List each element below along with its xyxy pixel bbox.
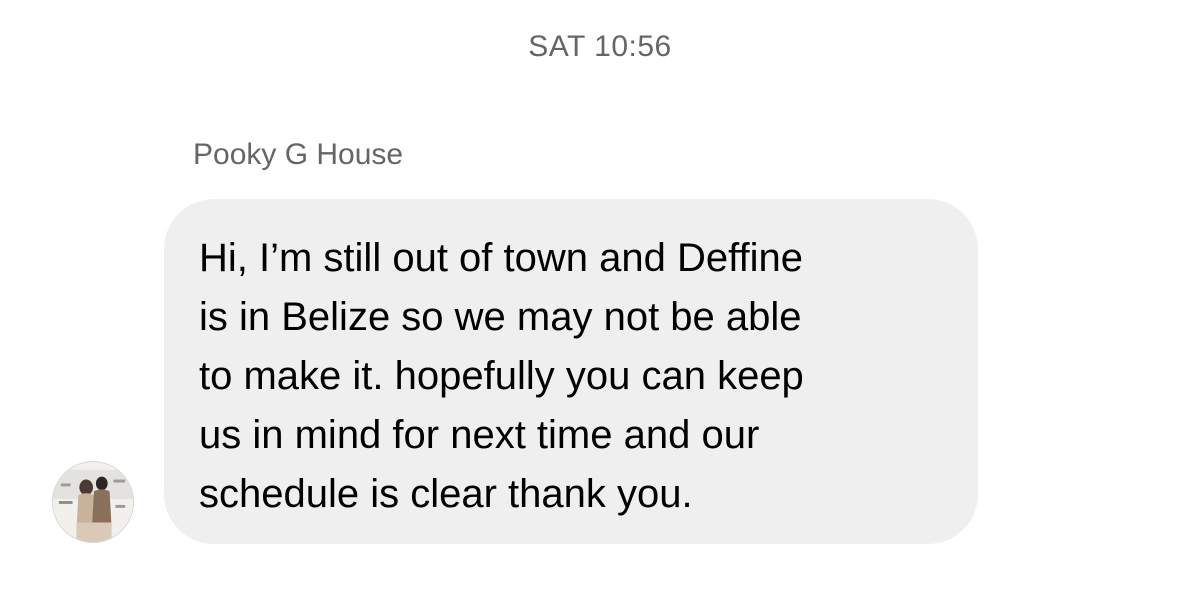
- sender-avatar[interactable]: [52, 461, 134, 543]
- sender-name: Pooky G House: [193, 138, 404, 171]
- profile-photo-icon: [53, 462, 133, 542]
- message-bubble[interactable]: Hi, I’m still out of town and Deffine is…: [164, 199, 978, 544]
- message-text: Hi, I’m still out of town and Deffine is…: [199, 236, 804, 516]
- message-timestamp: SAT 10:56: [528, 30, 672, 63]
